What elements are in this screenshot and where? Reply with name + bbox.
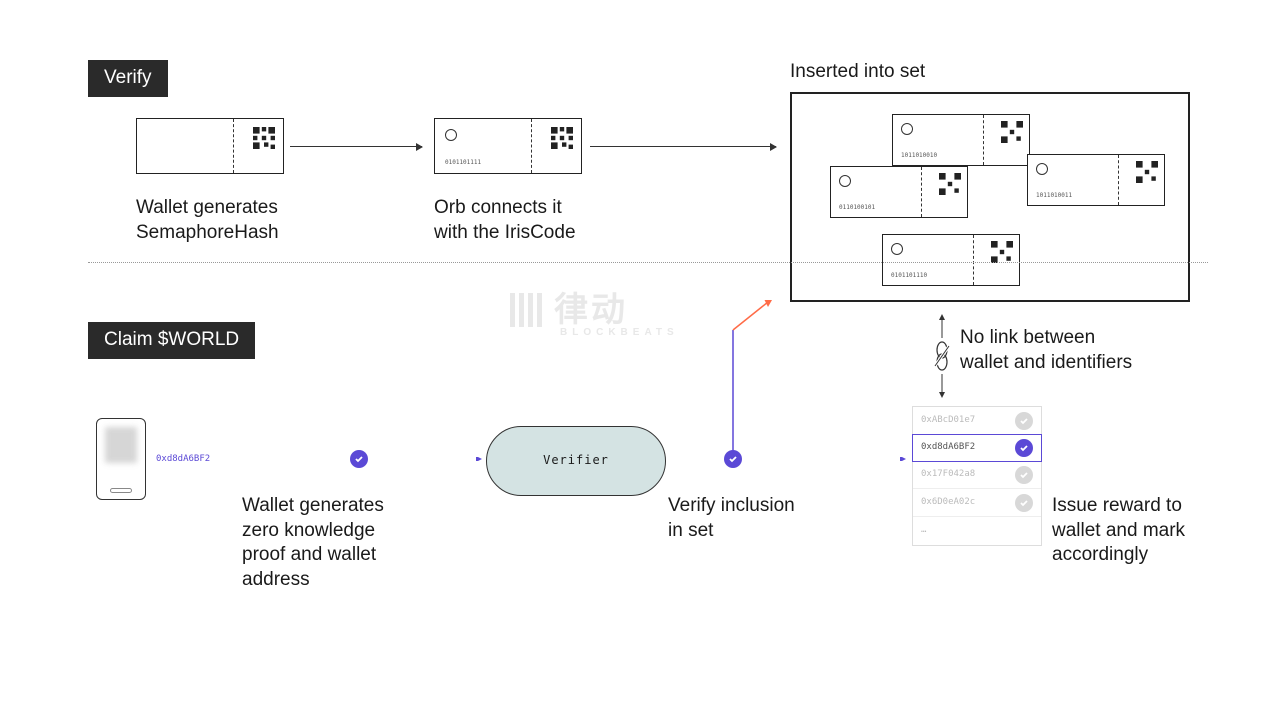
label-set-title: Inserted into set — [790, 60, 925, 85]
set-card: 1011010011 — [1027, 154, 1165, 206]
set-card: 1011010010 — [892, 114, 1030, 166]
label-step1: Wallet generates zero knowledge proof an… — [242, 494, 384, 593]
divider — [88, 262, 1208, 263]
table-row: 0xABcD01e7 — [913, 407, 1041, 435]
iris-code-text: 0101101111 — [445, 159, 481, 167]
qr-icon — [551, 127, 573, 149]
badge-verify: Verify — [88, 60, 168, 97]
flow-line — [666, 457, 906, 461]
set-container: 1011010010 0110100101 1011010011 0101101… — [790, 92, 1190, 302]
table-row-highlighted: 0xd8dA6BF2 — [912, 434, 1042, 462]
label-nolink: No link between wallet and identifiers — [960, 326, 1132, 375]
label-step3: Issue reward to wallet and mark accordin… — [1052, 494, 1185, 568]
set-card: 0101101110 — [882, 234, 1020, 286]
verifier-node: Verifier — [486, 426, 666, 496]
table-row: … — [913, 517, 1041, 545]
flow-line — [214, 457, 482, 461]
card-orb-iriscode: 0101101111 — [434, 118, 582, 174]
badge-claim: Claim $WORLD — [88, 322, 255, 359]
card-wallet-hash — [136, 118, 284, 174]
check-icon — [724, 450, 742, 468]
table-row: 0x17F042a8 — [913, 461, 1041, 489]
rewards-table: 0xABcD01e7 0xd8dA6BF2 0x17F042a8 0x6D0eA… — [912, 406, 1042, 546]
wallet-address: 0xd8dA6BF2 — [156, 454, 210, 466]
arrow-icon — [290, 146, 422, 147]
arrow-icon — [590, 146, 776, 147]
label-card1: Wallet generates SemaphoreHash — [136, 196, 279, 245]
watermark: 律动 BLOCKBEATS — [510, 288, 628, 332]
circle-icon — [445, 129, 457, 141]
label-card2: Orb connects it with the IrisCode — [434, 196, 576, 245]
set-card: 0110100101 — [830, 166, 968, 218]
check-icon — [350, 450, 368, 468]
nolink-connector — [932, 310, 952, 402]
qr-icon — [253, 127, 275, 149]
flow-line-up — [732, 300, 772, 452]
table-row: 0x6D0eA02c — [913, 489, 1041, 517]
phone-icon — [96, 418, 146, 500]
label-step2: Verify inclusion in set — [668, 494, 795, 543]
